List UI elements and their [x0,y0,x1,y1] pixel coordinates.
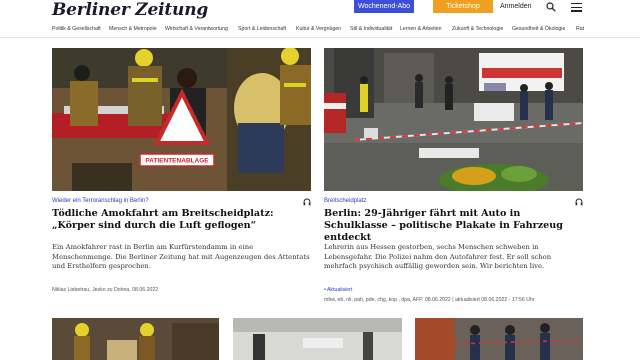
nav-item-rat[interactable]: Rat [576,26,584,32]
nav-item-kultur[interactable]: Kultur & Vergnügen [296,26,341,32]
headphones-icon[interactable] [303,198,311,206]
headphones-icon[interactable] [575,198,583,206]
article-image-rescue-scene[interactable]: PATIENTENABLAGE [52,48,311,191]
article-thumbnail[interactable] [415,318,583,360]
wochenend-abo-button[interactable]: Wochenend-Abo [354,0,414,13]
article-image-police-scene[interactable] [324,48,583,191]
article-thumbnail[interactable] [52,318,219,360]
article-kicker[interactable]: Breitscheidplatz [324,198,366,204]
article-teaser[interactable]: Ein Amokfahrer rast in Berlin am Kurfürs… [52,243,310,272]
nav-item-gesundheit[interactable]: Gesundheit & Ökologie [512,26,565,32]
patientenablage-sign-text: PATIENTENABLAGE [145,158,209,165]
ticketshop-button[interactable]: Ticketshop [433,0,493,13]
article-kicker[interactable]: Wieder ein Terroranschlag in Berlin? [52,198,149,204]
article-headline[interactable]: Tödliche Amokfahrt am Breitscheidplatz: … [52,208,310,232]
site-logo[interactable]: Berliner Zeitung [52,0,208,20]
hamburger-menu-icon[interactable] [571,3,582,12]
nav-item-lernen[interactable]: Lernen & Arbeiten [400,26,442,32]
site-header: Berliner Zeitung Wochenend-Abo Ticketsho… [0,0,640,20]
nav-item-sport[interactable]: Sport & Leidenschaft [238,26,286,32]
nav-item-mensch[interactable]: Mensch & Metropole [109,26,157,32]
nav-item-wirtschaft[interactable]: Wirtschaft & Verantwortung [165,26,228,32]
article-thumbnail[interactable] [233,318,402,360]
nav-item-stil[interactable]: Stil & Individualität [350,26,392,32]
nav-item-zukunft[interactable]: Zukunft & Technologie [452,26,503,32]
nav-item-politik[interactable]: Politik & Gesellschaft [52,26,101,32]
updated-badge: • Aktualisiert [324,287,353,293]
search-icon[interactable] [546,2,556,12]
article-teaser[interactable]: Lehrerin aus Hessen gestorben, sechs Men… [324,243,582,272]
article-headline[interactable]: Berlin: 29-Jähriger fährt mit Auto in Sc… [324,208,586,244]
article-byline: Niklas Liebetrau, Jesko zu Dohna, 08.06.… [52,287,159,293]
login-link[interactable]: Anmelden [500,1,532,13]
section-nav: Politik & Gesellschaft Mensch & Metropol… [0,22,640,38]
article-byline: mbw, eb, nli, pah, pde, chg, kop., dpa, … [324,297,535,303]
